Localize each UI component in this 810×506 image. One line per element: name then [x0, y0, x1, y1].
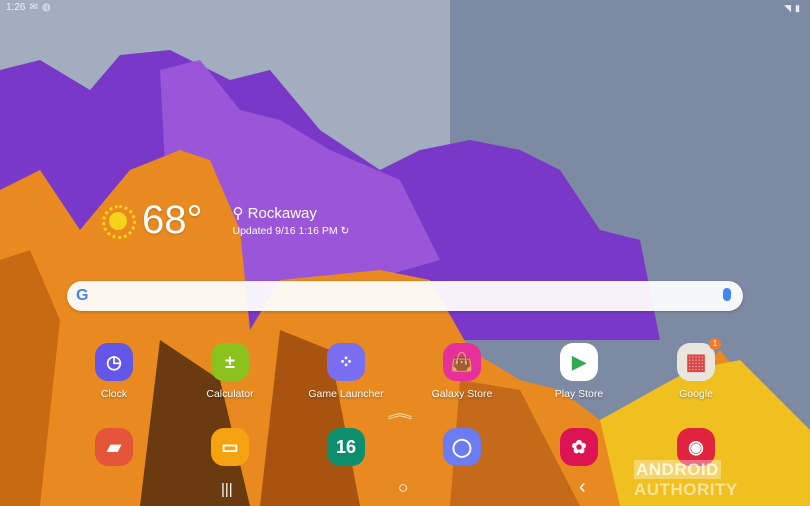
app-notes[interactable]: ▰: [69, 428, 159, 466]
battery-icon: ▮: [795, 3, 800, 13]
app-my-files[interactable]: ▭: [185, 428, 275, 466]
mail-icon: ✉: [29, 2, 38, 13]
location-pin-icon: ⚲: [232, 205, 244, 222]
messenger-icon: ◍: [41, 2, 51, 13]
app-calendar[interactable]: 16: [301, 428, 391, 466]
updated-time: Updated 9/16 1:16 PM: [232, 225, 338, 237]
app-label: Calculator: [206, 388, 254, 400]
location: Rockaway: [247, 205, 317, 222]
app-internet[interactable]: ◯: [417, 428, 507, 466]
app-clock[interactable]: ◷ Clock: [69, 343, 159, 400]
weather-widget[interactable]: 68° ⚲ Rockaway Updated 9/16 1:16 PM ↻: [100, 198, 349, 243]
google-icon: ▦: [677, 343, 715, 381]
calculator-icon: ±: [211, 343, 249, 381]
my-files-icon: ▭: [211, 428, 249, 466]
clock-icon: ◷: [95, 343, 133, 381]
game-launcher-icon: ⁘: [327, 343, 365, 381]
refresh-icon[interactable]: ↻: [341, 225, 350, 237]
galaxy-store-icon: 👜: [443, 343, 481, 381]
calendar-icon: 16: [327, 428, 365, 466]
gallery-icon: ✿: [560, 428, 598, 466]
mic-icon[interactable]: [723, 288, 731, 301]
google-search-bar[interactable]: G: [67, 281, 743, 311]
home-button[interactable]: ○: [398, 478, 408, 498]
clock-time: 1:26: [6, 2, 26, 13]
status-bar-right: ◥ ▮: [784, 3, 800, 14]
sunny-icon: [100, 203, 136, 239]
app-label: Game Launcher: [308, 388, 384, 400]
temperature: 68°: [142, 198, 203, 242]
status-bar-left: 1:26 ✉ ◍: [6, 2, 51, 13]
app-label: Google: [679, 388, 713, 400]
app-galaxy-store[interactable]: 👜 Galaxy Store: [417, 343, 507, 400]
recents-button[interactable]: |||: [221, 481, 233, 498]
app-game-launcher[interactable]: ⁘ Game Launcher: [301, 343, 391, 400]
google-logo-icon: G: [76, 287, 89, 304]
app-label: Galaxy Store: [431, 388, 493, 400]
app-label: Play Store: [554, 388, 604, 400]
app-play-store[interactable]: ▶ Play Store: [534, 343, 624, 400]
back-button[interactable]: ‹: [579, 476, 586, 499]
app-gallery[interactable]: ✿: [534, 428, 624, 466]
app-drawer-chevron-icon[interactable]: ︽: [387, 403, 412, 423]
app-google[interactable]: ▦ 1 Google: [651, 338, 741, 400]
play-store-icon: ▶: [560, 343, 598, 381]
watermark: ANDROID AUTHORITY: [634, 460, 810, 500]
watermark-b: AUTHORITY: [634, 480, 738, 499]
watermark-a: ANDROID: [634, 460, 721, 479]
app-label: Clock: [100, 388, 128, 400]
app-calculator[interactable]: ± Calculator: [185, 343, 275, 400]
notes-icon: ▰: [95, 428, 133, 466]
wifi-icon: ◥: [784, 3, 792, 13]
notification-badge: 1: [709, 338, 721, 350]
internet-icon: ◯: [443, 428, 481, 466]
